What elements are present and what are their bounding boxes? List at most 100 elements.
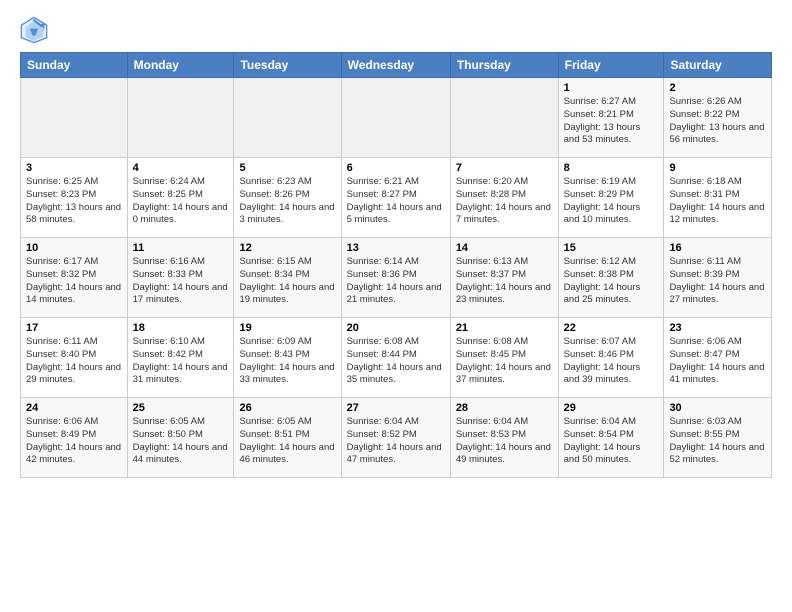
day-number: 9 xyxy=(669,162,766,174)
day-info: Sunrise: 6:10 AMSunset: 8:42 PMDaylight:… xyxy=(133,336,229,387)
day-cell: 18 Sunrise: 6:10 AMSunset: 8:42 PMDayligh… xyxy=(127,318,234,398)
logo xyxy=(20,16,52,44)
day-cell: 2 Sunrise: 6:26 AMSunset: 8:22 PMDaylight… xyxy=(664,78,772,158)
day-number: 4 xyxy=(133,162,229,174)
day-info: Sunrise: 6:06 AMSunset: 8:49 PMDaylight:… xyxy=(26,416,122,467)
day-cell: 1 Sunrise: 6:27 AMSunset: 8:21 PMDaylight… xyxy=(558,78,664,158)
day-number: 18 xyxy=(133,322,229,334)
main-container: SundayMondayTuesdayWednesdayThursdayFrid… xyxy=(0,0,792,488)
day-cell: 6 Sunrise: 6:21 AMSunset: 8:27 PMDaylight… xyxy=(341,158,450,238)
header xyxy=(20,16,772,44)
day-cell: 3Sunrise: 6:25 AMSunset: 8:23 PMDaylight… xyxy=(21,158,128,238)
day-cell: 15 Sunrise: 6:12 AMSunset: 8:38 PMDayligh… xyxy=(558,238,664,318)
day-cell: 20 Sunrise: 6:08 AMSunset: 8:44 PMDayligh… xyxy=(341,318,450,398)
day-info: Sunrise: 6:05 AMSunset: 8:51 PMDaylight:… xyxy=(239,416,335,467)
day-info: Sunrise: 6:06 AMSunset: 8:47 PMDaylight:… xyxy=(669,336,766,387)
day-info: Sunrise: 6:27 AMSunset: 8:21 PMDaylight:… xyxy=(564,96,659,147)
day-info: Sunrise: 6:14 AMSunset: 8:36 PMDaylight:… xyxy=(347,256,445,307)
day-cell: 25 Sunrise: 6:05 AMSunset: 8:50 PMDayligh… xyxy=(127,398,234,478)
day-number: 20 xyxy=(347,322,445,334)
day-number: 2 xyxy=(669,82,766,94)
day-info: Sunrise: 6:08 AMSunset: 8:44 PMDaylight:… xyxy=(347,336,445,387)
day-info: Sunrise: 6:05 AMSunset: 8:50 PMDaylight:… xyxy=(133,416,229,467)
day-cell: 22 Sunrise: 6:07 AMSunset: 8:46 PMDayligh… xyxy=(558,318,664,398)
day-cell: 27Sunrise: 6:04 AMSunset: 8:52 PMDayligh… xyxy=(341,398,450,478)
weekday-wednesday: Wednesday xyxy=(341,53,450,78)
day-number: 1 xyxy=(564,82,659,94)
day-cell: 19Sunrise: 6:09 AMSunset: 8:43 PMDayligh… xyxy=(234,318,341,398)
day-info: Sunrise: 6:04 AMSunset: 8:53 PMDaylight:… xyxy=(456,416,553,467)
day-cell xyxy=(21,78,128,158)
day-info: Sunrise: 6:25 AMSunset: 8:23 PMDaylight:… xyxy=(26,176,122,227)
day-info: Sunrise: 6:03 AMSunset: 8:55 PMDaylight:… xyxy=(669,416,766,467)
day-number: 7 xyxy=(456,162,553,174)
day-cell: 5Sunrise: 6:23 AMSunset: 8:26 PMDaylight… xyxy=(234,158,341,238)
day-number: 14 xyxy=(456,242,553,254)
day-info: Sunrise: 6:08 AMSunset: 8:45 PMDaylight:… xyxy=(456,336,553,387)
day-number: 30 xyxy=(669,402,766,414)
week-row-5: 24 Sunrise: 6:06 AMSunset: 8:49 PMDayligh… xyxy=(21,398,772,478)
day-number: 6 xyxy=(347,162,445,174)
day-info: Sunrise: 6:12 AMSunset: 8:38 PMDaylight:… xyxy=(564,256,659,307)
weekday-tuesday: Tuesday xyxy=(234,53,341,78)
day-info: Sunrise: 6:24 AMSunset: 8:25 PMDaylight:… xyxy=(133,176,229,227)
week-row-4: 17 Sunrise: 6:11 AMSunset: 8:40 PMDayligh… xyxy=(21,318,772,398)
day-number: 17 xyxy=(26,322,122,334)
day-cell: 14 Sunrise: 6:13 AMSunset: 8:37 PMDayligh… xyxy=(450,238,558,318)
day-number: 21 xyxy=(456,322,553,334)
day-number: 24 xyxy=(26,402,122,414)
day-info: Sunrise: 6:20 AMSunset: 8:28 PMDaylight:… xyxy=(456,176,553,227)
week-row-1: 1 Sunrise: 6:27 AMSunset: 8:21 PMDaylight… xyxy=(21,78,772,158)
day-number: 19 xyxy=(239,322,335,334)
day-info: Sunrise: 6:23 AMSunset: 8:26 PMDaylight:… xyxy=(239,176,335,227)
day-info: Sunrise: 6:04 AMSunset: 8:52 PMDaylight:… xyxy=(347,416,445,467)
day-number: 11 xyxy=(133,242,229,254)
day-cell: 7 Sunrise: 6:20 AMSunset: 8:28 PMDaylight… xyxy=(450,158,558,238)
weekday-saturday: Saturday xyxy=(664,53,772,78)
day-number: 13 xyxy=(347,242,445,254)
day-cell: 4 Sunrise: 6:24 AMSunset: 8:25 PMDaylight… xyxy=(127,158,234,238)
day-info: Sunrise: 6:21 AMSunset: 8:27 PMDaylight:… xyxy=(347,176,445,227)
day-cell: 26 Sunrise: 6:05 AMSunset: 8:51 PMDayligh… xyxy=(234,398,341,478)
day-number: 10 xyxy=(26,242,122,254)
day-info: Sunrise: 6:16 AMSunset: 8:33 PMDaylight:… xyxy=(133,256,229,307)
day-cell: 10 Sunrise: 6:17 AMSunset: 8:32 PMDayligh… xyxy=(21,238,128,318)
week-row-2: 3Sunrise: 6:25 AMSunset: 8:23 PMDaylight… xyxy=(21,158,772,238)
day-cell: 30 Sunrise: 6:03 AMSunset: 8:55 PMDayligh… xyxy=(664,398,772,478)
weekday-sunday: Sunday xyxy=(21,53,128,78)
weekday-thursday: Thursday xyxy=(450,53,558,78)
day-info: Sunrise: 6:04 AMSunset: 8:54 PMDaylight:… xyxy=(564,416,659,467)
day-cell xyxy=(450,78,558,158)
day-info: Sunrise: 6:18 AMSunset: 8:31 PMDaylight:… xyxy=(669,176,766,227)
day-number: 8 xyxy=(564,162,659,174)
day-cell: 24 Sunrise: 6:06 AMSunset: 8:49 PMDayligh… xyxy=(21,398,128,478)
day-cell xyxy=(234,78,341,158)
day-number: 28 xyxy=(456,402,553,414)
day-info: Sunrise: 6:26 AMSunset: 8:22 PMDaylight:… xyxy=(669,96,766,147)
weekday-friday: Friday xyxy=(558,53,664,78)
week-row-3: 10 Sunrise: 6:17 AMSunset: 8:32 PMDayligh… xyxy=(21,238,772,318)
weekday-monday: Monday xyxy=(127,53,234,78)
day-cell: 28 Sunrise: 6:04 AMSunset: 8:53 PMDayligh… xyxy=(450,398,558,478)
day-info: Sunrise: 6:11 AMSunset: 8:40 PMDaylight:… xyxy=(26,336,122,387)
day-info: Sunrise: 6:13 AMSunset: 8:37 PMDaylight:… xyxy=(456,256,553,307)
day-info: Sunrise: 6:15 AMSunset: 8:34 PMDaylight:… xyxy=(239,256,335,307)
day-cell xyxy=(127,78,234,158)
day-info: Sunrise: 6:07 AMSunset: 8:46 PMDaylight:… xyxy=(564,336,659,387)
day-number: 16 xyxy=(669,242,766,254)
day-info: Sunrise: 6:11 AMSunset: 8:39 PMDaylight:… xyxy=(669,256,766,307)
day-number: 12 xyxy=(239,242,335,254)
day-cell: 16 Sunrise: 6:11 AMSunset: 8:39 PMDayligh… xyxy=(664,238,772,318)
day-info: Sunrise: 6:19 AMSunset: 8:29 PMDaylight:… xyxy=(564,176,659,227)
day-cell: 17 Sunrise: 6:11 AMSunset: 8:40 PMDayligh… xyxy=(21,318,128,398)
day-number: 23 xyxy=(669,322,766,334)
day-number: 15 xyxy=(564,242,659,254)
day-number: 25 xyxy=(133,402,229,414)
day-cell: 8 Sunrise: 6:19 AMSunset: 8:29 PMDaylight… xyxy=(558,158,664,238)
day-number: 26 xyxy=(239,402,335,414)
calendar: SundayMondayTuesdayWednesdayThursdayFrid… xyxy=(20,52,772,478)
day-info: Sunrise: 6:17 AMSunset: 8:32 PMDaylight:… xyxy=(26,256,122,307)
day-cell: 9 Sunrise: 6:18 AMSunset: 8:31 PMDaylight… xyxy=(664,158,772,238)
day-number: 22 xyxy=(564,322,659,334)
day-cell: 21 Sunrise: 6:08 AMSunset: 8:45 PMDayligh… xyxy=(450,318,558,398)
